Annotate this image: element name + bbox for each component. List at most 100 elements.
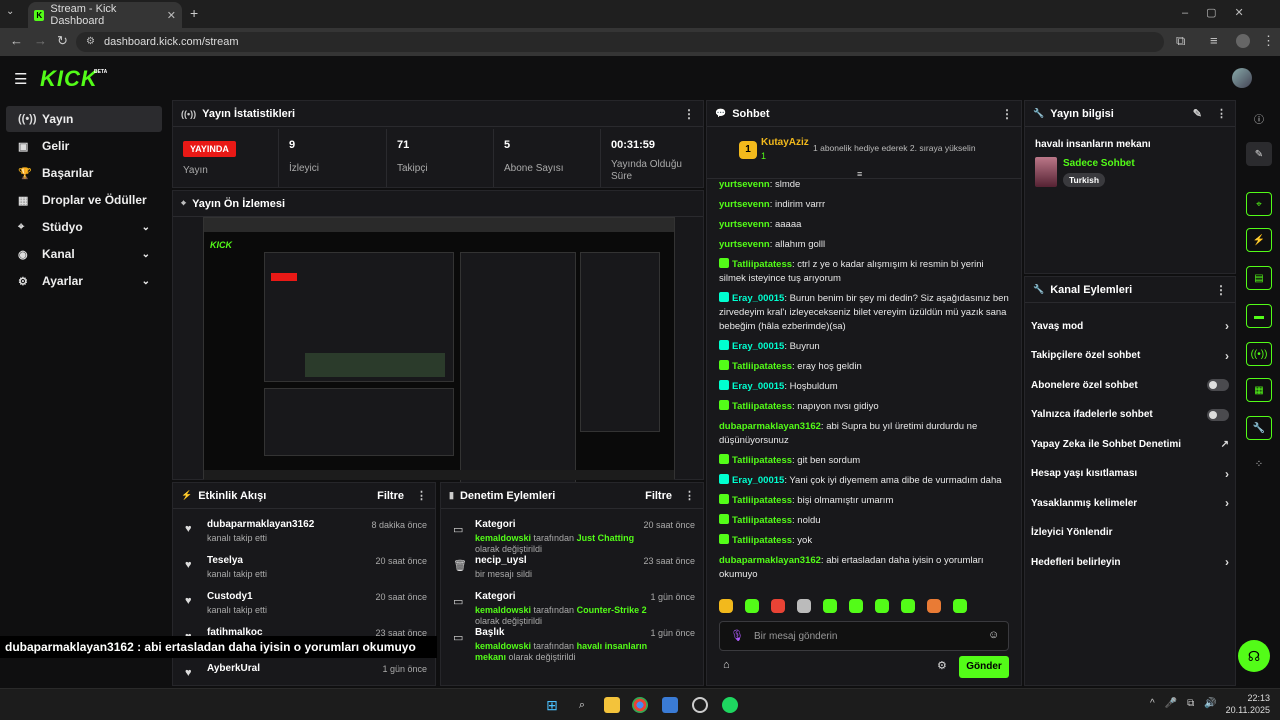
send-button[interactable]: Gönder <box>959 656 1009 678</box>
chat-message[interactable]: Tatliipatatess: noldu <box>719 511 1009 531</box>
sidebar-item-1[interactable]: ▣ Gelir <box>6 133 162 159</box>
store-icon[interactable]: ⌂ <box>723 659 730 671</box>
moderation-item[interactable]: ▭ Başlık kemaldowski tarafından havalı ins… <box>449 625 695 662</box>
chat-username[interactable]: dubaparmaklayan3162 <box>719 555 821 566</box>
photos-icon[interactable] <box>662 697 678 713</box>
emote-bar[interactable] <box>719 599 1009 617</box>
sidebar-item-3[interactable]: ▦ Droplar ve Ödüller <box>6 187 162 213</box>
sidebar-item-4[interactable]: ⌖ Stüdyo ⌄ <box>6 214 162 240</box>
chat-username[interactable]: Tatliipatatess <box>732 361 792 372</box>
collapse-pinned-icon[interactable]: ≡ <box>857 169 862 179</box>
toggle-switch[interactable] <box>1207 408 1229 421</box>
chat-message[interactable]: dubaparmaklayan3162: abi ertasladan daha… <box>719 551 1009 585</box>
back-arrow-icon[interactable]: ← <box>10 33 23 48</box>
sidebar-item-6[interactable]: ⚙ Ayarlar ⌄ <box>6 268 162 294</box>
emote-icon[interactable] <box>901 599 915 613</box>
activity-item[interactable]: ♥ AyberkUral 1 gün önce <box>181 661 427 685</box>
close-tab-icon[interactable]: ✕ <box>167 9 176 22</box>
support-headset-icon[interactable]: ☊ <box>1238 640 1270 672</box>
extensions-icon[interactable]: ⧉ <box>1176 33 1185 49</box>
kick-logo[interactable]: KICK <box>40 66 98 92</box>
channel-action-item[interactable]: Yapay Zeka ile Sohbet Denetimi ↗ <box>1031 431 1229 457</box>
chevron-down-icon[interactable]: ⌄ <box>142 222 150 233</box>
chevron-down-icon[interactable]: ⌄ <box>142 249 150 260</box>
sidebar-item-0[interactable]: ((•)) Yayın <box>6 106 162 132</box>
edit-pencil-icon[interactable]: ✎ <box>1193 107 1202 120</box>
hamburger-menu-icon[interactable]: ☰ <box>14 70 27 88</box>
chat-message[interactable]: Tatliipatatess: yok <box>719 531 1009 551</box>
reading-list-icon[interactable]: ≡ <box>1210 33 1218 48</box>
emote-icon[interactable] <box>953 599 967 613</box>
system-tray-icons[interactable]: ^🎤⧉🔊 <box>1150 698 1227 709</box>
clip-icon[interactable]: ⌖ <box>1246 192 1272 216</box>
channel-action-item[interactable]: Yavaş mod › <box>1031 313 1229 339</box>
new-tab-icon[interactable]: + <box>190 5 198 21</box>
chat-message[interactable]: yurtsevenn: indirim varrr <box>719 195 1009 215</box>
chat-message[interactable]: Eray_00015: Yani çok iyi diyemem ama dib… <box>719 471 1009 491</box>
channel-action-item[interactable]: Hedefleri belirleyin › <box>1031 549 1229 575</box>
activity-menu-icon[interactable]: ⋮ <box>416 489 427 502</box>
file-explorer-icon[interactable] <box>604 697 620 713</box>
moderation-item[interactable]: ▭ Kategori kemaldowski tarafından Just Cha… <box>449 517 695 554</box>
chat-message[interactable]: dubaparmaklayan3162: abi Supra bu yıl ür… <box>719 417 1009 451</box>
chat-username[interactable]: Tatliipatatess <box>732 515 792 526</box>
chat-message[interactable]: Tatliipatatess: git ben sordum <box>719 451 1009 471</box>
channel-action-item[interactable]: İzleyici Yönlendir <box>1031 520 1229 546</box>
chat-message[interactable]: Tatliipatatess: napıyon nvsı gidiyo <box>719 397 1009 417</box>
activity-item[interactable]: ♥ Custody1 kanalı takip etti 20 saat önce <box>181 589 427 623</box>
chat-username[interactable]: Eray_00015 <box>732 381 784 392</box>
emote-icon[interactable] <box>875 599 889 613</box>
emote-icon[interactable] <box>719 599 733 613</box>
chat-message[interactable]: Eray_00015: Buyrun <box>719 337 1009 357</box>
chat-username[interactable]: yurtsevenn <box>719 199 770 210</box>
site-info-icon[interactable]: ⚙ <box>86 36 95 47</box>
chat-settings-gear-icon[interactable]: ⚙ <box>937 659 947 672</box>
apps-icon[interactable]: ⁘ <box>1246 452 1272 476</box>
chat-message[interactable]: yurtsevenn: aaaaa <box>719 215 1009 235</box>
category-name[interactable]: Sadece Sohbet <box>1063 158 1135 169</box>
chat-message[interactable]: Eray_00015: Hoşbuldum <box>719 377 1009 397</box>
browser-menu-icon[interactable]: ⋮ <box>1262 33 1275 49</box>
channel-action-item[interactable]: Yasaklanmış kelimeler › <box>1031 490 1229 516</box>
chat-message[interactable]: Eray_00015: Burun benim bir şey mi dedin… <box>719 289 1009 337</box>
profile-avatar[interactable] <box>1236 34 1250 48</box>
edit-icon[interactable]: ✎ <box>1246 142 1272 166</box>
activity-filter-button[interactable]: Filtre <box>377 490 404 502</box>
emote-icon[interactable] <box>745 599 759 613</box>
forward-arrow-icon[interactable]: → <box>34 33 47 48</box>
sidebar-item-5[interactable]: ◉ Kanal ⌄ <box>6 241 162 267</box>
mic-icon[interactable]: 🎙 <box>730 629 744 642</box>
activity-item[interactable]: ♥ Teselya kanalı takip etti 20 saat önce <box>181 553 427 587</box>
address-bar[interactable]: dashboard.kick.com/stream <box>76 32 1164 52</box>
lightning-icon[interactable]: ⚡ <box>1246 228 1272 252</box>
sidebar-item-2[interactable]: 🏆 Başarılar <box>6 160 162 186</box>
toggle-switch[interactable] <box>1207 379 1229 391</box>
tab-list-icon[interactable]: ⌄ <box>6 6 14 17</box>
chat-message[interactable]: yurtsevenn: slmde <box>719 179 1009 195</box>
chat-menu-icon[interactable]: ⋮ <box>1001 107 1013 121</box>
emote-icon[interactable] <box>797 599 811 613</box>
chat-input[interactable]: 🎙 Bir mesaj gönderin ☺ <box>719 621 1009 651</box>
info-icon[interactable]: ⓘ <box>1246 106 1272 130</box>
browser-tab[interactable]: K Stream - Kick Dashboard ✕ <box>28 2 182 28</box>
tools-icon[interactable]: 🔧 <box>1246 416 1272 440</box>
emote-icon[interactable] <box>927 599 941 613</box>
chat-username[interactable]: Tatliipatatess <box>732 401 792 412</box>
chrome-icon[interactable] <box>632 697 648 713</box>
chat-username[interactable]: yurtsevenn <box>719 239 770 250</box>
search-icon[interactable]: ⌕ <box>574 697 590 713</box>
emote-icon[interactable] <box>823 599 837 613</box>
activity-item[interactable]: ♥ dubaparmaklayan3162 kanalı takip etti 8 d… <box>181 517 427 551</box>
channel-actions-menu-icon[interactable]: ⋮ <box>1215 283 1227 297</box>
document-icon[interactable]: ▤ <box>1246 266 1272 290</box>
channel-action-item[interactable]: Hesap yaşı kısıtlaması › <box>1031 461 1229 487</box>
chat-username[interactable]: Tatliipatatess <box>732 455 792 466</box>
chat-username[interactable]: Eray_00015 <box>732 341 784 352</box>
moderation-menu-icon[interactable]: ⋮ <box>684 489 695 502</box>
emote-icon[interactable] <box>849 599 863 613</box>
chat-username[interactable]: dubaparmaklayan3162 <box>719 421 821 432</box>
chat-bubble-icon[interactable]: ▬ <box>1246 304 1272 328</box>
broadcast-icon[interactable]: ((•)) <box>1246 342 1272 366</box>
moderation-filter-button[interactable]: Filtre <box>645 490 672 502</box>
chat-message[interactable]: Tatliipatatess: bişi olmamıştır umarım <box>719 491 1009 511</box>
